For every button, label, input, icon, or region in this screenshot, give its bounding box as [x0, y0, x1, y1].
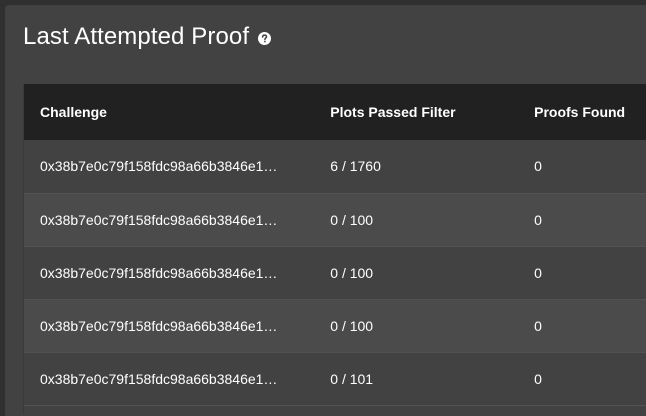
- cell-plots-passed: 0 / 101: [314, 352, 519, 406]
- cell-proofs-found: 0: [518, 193, 646, 247]
- header-plots-passed-filter: Plots Passed Filter: [330, 104, 456, 120]
- question-circle-icon[interactable]: [258, 31, 272, 45]
- challenge-text: 0x38b7e0c79f158fdc98a66b3846e1…: [40, 264, 278, 281]
- cell-plots-passed: 6 / 1760: [314, 140, 519, 194]
- cell-challenge: 0x38b7e0c79f158fdc98a66b3846e1…: [24, 246, 315, 300]
- card-title: Last Attempted Proof: [23, 21, 272, 53]
- cell-plots-passed: 0 / 100: [314, 193, 519, 247]
- proofs-table-container: Challenge Plots Passed Filter Proofs Fou…: [23, 84, 646, 414]
- cell-challenge: 0x38b7e0c79f158fdc98a66b3846e1…: [24, 299, 315, 353]
- challenge-text: 0x38b7e0c79f158fdc98a66b3846e1…: [40, 317, 278, 334]
- last-attempted-proof-card: Last Attempted Proof Challenge Plots Pas…: [5, 5, 646, 416]
- challenge-text: 0x38b7e0c79f158fdc98a66b3846e1…: [40, 211, 278, 228]
- cell-challenge: 0x38b7e0c79f158fdc98a66b3846e1…: [24, 140, 315, 194]
- proofs-table: Challenge Plots Passed Filter Proofs Fou…: [24, 84, 646, 406]
- challenge-text: 0x38b7e0c79f158fdc98a66b3846e1…: [40, 158, 278, 175]
- table-row: 0x38b7e0c79f158fdc98a66b3846e1… 0 / 100 …: [24, 193, 646, 247]
- cell-proofs-found: 0: [518, 299, 646, 353]
- cell-proofs-found: 0: [518, 140, 646, 194]
- card-title-text: Last Attempted Proof: [23, 23, 250, 50]
- header-proofs-found: Proofs Found: [534, 104, 626, 120]
- cell-proofs-found: 0: [518, 246, 646, 300]
- table-header-row: Challenge Plots Passed Filter Proofs Fou…: [24, 84, 646, 140]
- cell-plots-passed: 0 / 100: [314, 246, 519, 300]
- challenge-text: 0x38b7e0c79f158fdc98a66b3846e1…: [40, 370, 278, 387]
- table-row: 0x38b7e0c79f158fdc98a66b3846e1… 0 / 100 …: [24, 299, 646, 353]
- table-row: 0x38b7e0c79f158fdc98a66b3846e1… 0 / 101 …: [24, 352, 646, 406]
- table-row: 0x38b7e0c79f158fdc98a66b3846e1… 6 / 1760…: [24, 140, 646, 194]
- cell-proofs-found: 0: [518, 352, 646, 406]
- page: Last Attempted Proof Challenge Plots Pas…: [0, 0, 646, 416]
- cell-plots-passed: 0 / 100: [314, 299, 519, 353]
- table-row: 0x38b7e0c79f158fdc98a66b3846e1… 0 / 100 …: [24, 246, 646, 300]
- cell-challenge: 0x38b7e0c79f158fdc98a66b3846e1…: [24, 193, 315, 247]
- cell-challenge: 0x38b7e0c79f158fdc98a66b3846e1…: [24, 352, 315, 406]
- header-challenge: Challenge: [40, 104, 107, 120]
